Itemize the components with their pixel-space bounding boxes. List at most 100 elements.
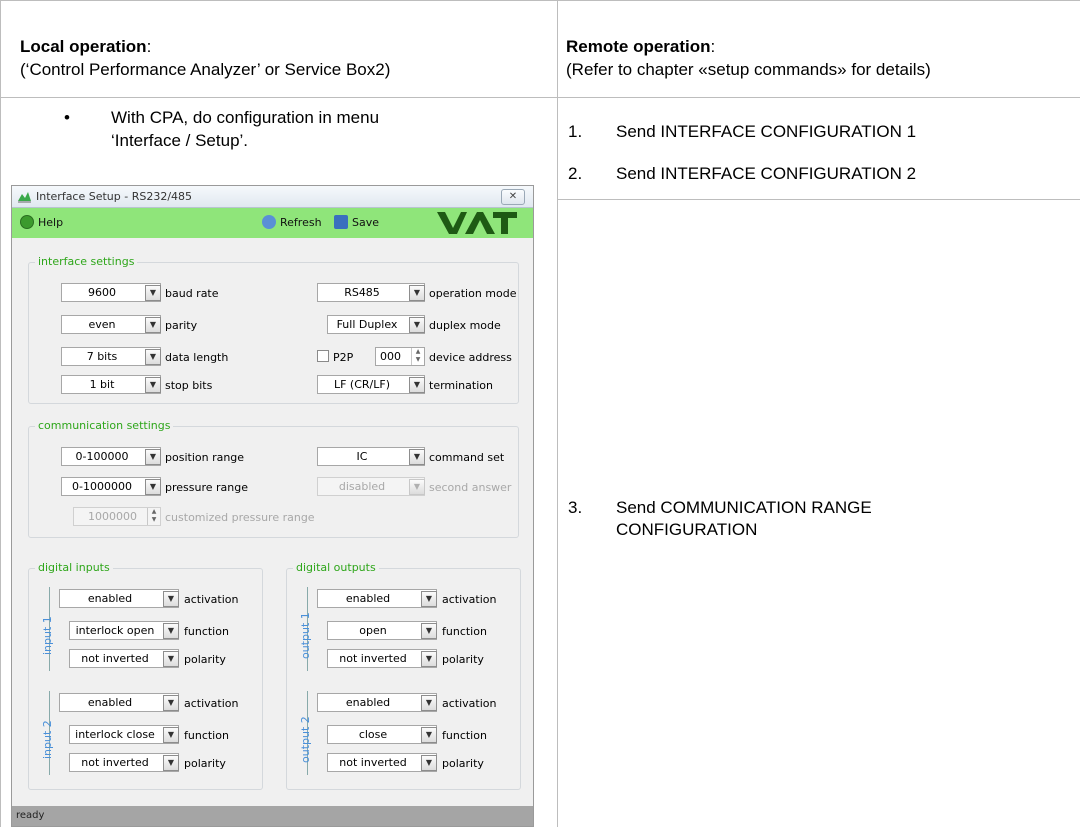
spin-arrows-icon: ▲ ▼ <box>147 508 160 525</box>
parity-value: even <box>88 318 116 331</box>
input-1-polarity-select[interactable]: not inverted ▼ <box>69 649 179 668</box>
help-label: Help <box>38 216 64 229</box>
save-label: Save <box>352 216 380 229</box>
chevron-down-icon: ▼ <box>421 623 437 639</box>
chevron-down-icon: ▼ <box>409 377 425 393</box>
left-header-sub: (‘Control Performance Analyzer’ or Servi… <box>20 60 391 79</box>
close-button[interactable]: ✕ <box>501 189 525 205</box>
duplex-mode-label: duplex mode <box>429 319 501 332</box>
stop-bits-value: 1 bit <box>89 378 115 391</box>
output-2-activation-label: activation <box>442 697 497 710</box>
baud-rate-value: 9600 <box>88 286 116 299</box>
chevron-down-icon: ▼ <box>421 755 437 771</box>
help-button[interactable]: Help <box>20 215 63 229</box>
output-1-function-select[interactable]: open ▼ <box>327 621 437 640</box>
p2p-label: P2P <box>333 351 354 364</box>
chevron-down-icon: ▼ <box>409 449 425 465</box>
output-2-function-select[interactable]: close ▼ <box>327 725 437 744</box>
customized-pressure-range-stepper[interactable]: 1000000 ▲ ▼ <box>73 507 161 526</box>
interface-settings-title: interface settings <box>35 255 138 268</box>
step-3-text: Send COMMUNICATION RANGE <box>616 498 872 517</box>
step-2-num: 2. <box>568 164 583 183</box>
output-2-polarity-value: not inverted <box>339 756 407 769</box>
refresh-button[interactable]: Refresh <box>262 215 322 229</box>
termination-value: LF (CR/LF) <box>333 378 391 391</box>
input-2-polarity-select[interactable]: not inverted ▼ <box>69 753 179 772</box>
output-1-polarity-select[interactable]: not inverted ▼ <box>327 649 437 668</box>
duplex-mode-select[interactable]: Full Duplex ▼ <box>327 315 425 334</box>
chevron-down-icon: ▼ <box>163 727 179 743</box>
data-length-select[interactable]: 7 bits ▼ <box>61 347 161 366</box>
output-1-function-value: open <box>359 624 387 637</box>
second-answer-label: second answer <box>429 481 512 494</box>
step-1-text: Send INTERFACE CONFIGURATION 1 <box>616 122 917 141</box>
input-1-polarity-value: not inverted <box>81 652 149 665</box>
input-2-activation-select[interactable]: enabled ▼ <box>59 693 179 712</box>
pressure-range-select[interactable]: 0-1000000 ▼ <box>61 477 161 496</box>
step-3-num: 3. <box>568 498 583 517</box>
chevron-down-icon: ▼ <box>145 349 161 365</box>
input-2-function-select[interactable]: interlock close ▼ <box>69 725 179 744</box>
output-2-polarity-select[interactable]: not inverted ▼ <box>327 753 437 772</box>
left-header: Local operation: <box>20 36 151 58</box>
dialog-toolbar: Help Refresh Save <box>12 208 533 238</box>
output-2-function-value: close <box>358 728 388 741</box>
left-header-colon: : <box>146 37 152 56</box>
position-range-value: 0-100000 <box>75 450 129 463</box>
output-2-polarity-label: polarity <box>442 757 484 770</box>
operation-mode-select[interactable]: RS485 ▼ <box>317 283 425 302</box>
chevron-down-icon: ▼ <box>421 727 437 743</box>
interface-setup-dialog: Interface Setup - RS232/485 ✕ Help Refre… <box>11 185 534 827</box>
right-header-title: Remote operation <box>566 37 711 56</box>
output-1-function-label: function <box>442 625 487 638</box>
input-1-activation-label: activation <box>184 593 239 606</box>
termination-label: termination <box>429 379 493 392</box>
input-1-activation-select[interactable]: enabled ▼ <box>59 589 179 608</box>
table-border-top <box>0 0 1080 1</box>
output-2-function-label: function <box>442 729 487 742</box>
chevron-down-icon: ▼ <box>409 479 425 495</box>
position-range-select[interactable]: 0-100000 ▼ <box>61 447 161 466</box>
interface-settings-group: interface settings 9600 ▼ baud rate even ▼… <box>28 255 519 404</box>
output-1-activation-label: activation <box>442 593 497 606</box>
digital-outputs-group: digital outputs output 1 enabled ▼ activa… <box>286 561 521 790</box>
input-1-polarity-label: polarity <box>184 653 226 666</box>
input-2-activation-label: activation <box>184 697 239 710</box>
p2p-checkbox[interactable] <box>317 350 329 362</box>
input-2-activation-value: enabled <box>87 696 133 709</box>
chevron-down-icon: ▼ <box>145 285 161 301</box>
operation-mode-label: operation mode <box>429 287 517 300</box>
table-border-mid <box>557 0 558 827</box>
baud-rate-label: baud rate <box>165 287 219 300</box>
command-set-select[interactable]: IC ▼ <box>317 447 425 466</box>
help-icon <box>20 215 34 229</box>
termination-select[interactable]: LF (CR/LF) ▼ <box>317 375 425 394</box>
chevron-down-icon: ▼ <box>421 695 437 711</box>
right-header-sub: (Refer to chapter «setup commands» for d… <box>566 60 931 79</box>
parity-select[interactable]: even ▼ <box>61 315 161 334</box>
save-icon <box>334 215 348 229</box>
chevron-down-icon: ▼ <box>409 317 425 333</box>
output-2-activation-value: enabled <box>345 696 391 709</box>
stop-bits-select[interactable]: 1 bit ▼ <box>61 375 161 394</box>
right-header: Remote operation: <box>566 36 715 58</box>
device-address-stepper[interactable]: 000 ▲ ▼ <box>375 347 425 366</box>
save-button[interactable]: Save <box>334 215 379 229</box>
output-1-activation-select[interactable]: enabled ▼ <box>317 589 437 608</box>
output-1-activation-value: enabled <box>345 592 391 605</box>
input-2-polarity-value: not inverted <box>81 756 149 769</box>
input-1-function-select[interactable]: interlock open ▼ <box>69 621 179 640</box>
dialog-titlebar: Interface Setup - RS232/485 ✕ <box>12 186 533 208</box>
chevron-down-icon: ▼ <box>163 695 179 711</box>
right-row-divider <box>557 199 1080 200</box>
baud-rate-select[interactable]: 9600 ▼ <box>61 283 161 302</box>
second-answer-select[interactable]: disabled ▼ <box>317 477 425 496</box>
output-1-polarity-label: polarity <box>442 653 484 666</box>
digital-inputs-group: digital inputs input 1 enabled ▼ activati… <box>28 561 263 790</box>
output-2-activation-select[interactable]: enabled ▼ <box>317 693 437 712</box>
chevron-down-icon: ▼ <box>163 755 179 771</box>
input-1-label: input 1 <box>41 616 54 655</box>
digital-inputs-title: digital inputs <box>35 561 113 574</box>
chevron-down-icon: ▼ <box>163 651 179 667</box>
status-text: ready <box>16 810 45 821</box>
